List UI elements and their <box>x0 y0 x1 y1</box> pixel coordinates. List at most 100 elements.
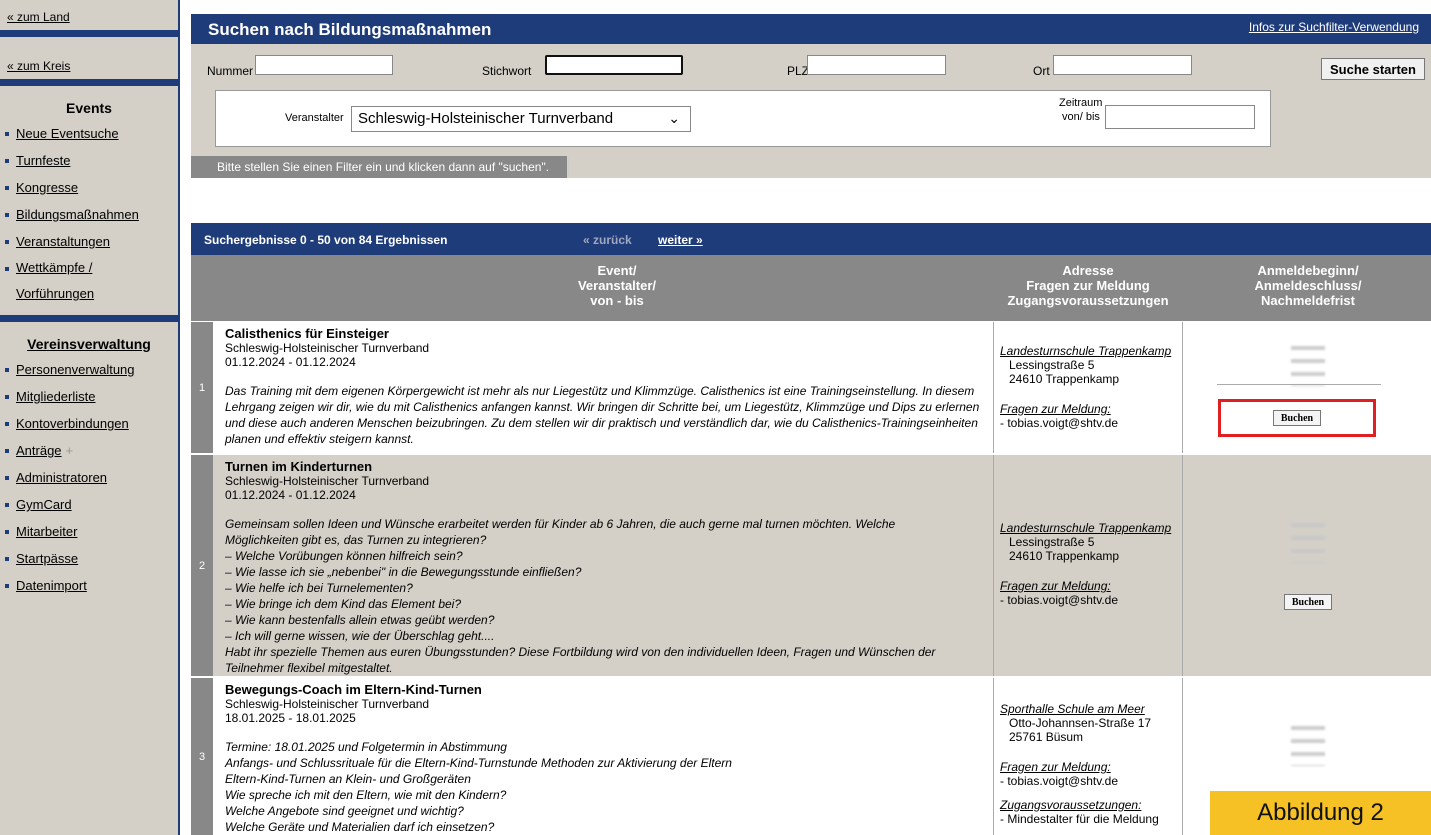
sidebar: « zum Land « zum Kreis Events Neue Event… <box>0 0 178 835</box>
sidebar-link[interactable]: Turnfeste <box>16 153 70 168</box>
figure-caption: Abbildung 2 <box>1210 791 1431 835</box>
sidebar-item-kontoverbindungen[interactable]: Kontoverbindungen <box>0 410 178 437</box>
description-line: Teilnehmer flexibel mitgestaltet. <box>225 661 393 675</box>
description-line: Gemeinsam sollen Ideen und Wünsche erarb… <box>225 517 896 531</box>
sidebar-item-kongresse[interactable]: Kongresse <box>0 174 178 201</box>
sidebar-divider <box>0 79 178 86</box>
sidebar-link[interactable]: Anträge <box>16 443 62 458</box>
next-page-link[interactable]: weiter » <box>658 233 703 247</box>
description-line: – Wie bringe ich dem Kind das Element be… <box>225 597 462 611</box>
prev-page-link: « zurück <box>583 233 632 247</box>
vereinsverwaltung-heading[interactable]: Vereinsverwaltung <box>0 336 178 352</box>
venue-street: Lessingstraße 5 <box>1009 358 1095 372</box>
vonbis-label: von/ bis <box>1062 111 1100 123</box>
veranstalter-select[interactable]: Schleswig-Holsteinischer Turnverband ⌄ <box>351 106 691 132</box>
book-button[interactable]: Buchen <box>1284 594 1332 610</box>
event-title: Turnen im Kinderturnen <box>225 459 373 474</box>
filter-box: Veranstalter Schleswig-Holsteinischer Tu… <box>215 90 1271 147</box>
search-button[interactable]: Suche starten <box>1321 58 1425 80</box>
event-cell: Bewegungs-Coach im Eltern-Kind-Turnen Sc… <box>215 678 991 835</box>
sidebar-item-veranstaltungen[interactable]: Veranstaltungen <box>0 228 178 255</box>
sidebar-link[interactable]: Personenverwaltung <box>16 362 135 377</box>
event-description: Das Training mit dem eigenen Körpergewic… <box>225 384 980 446</box>
sidebar-item-gymcard[interactable]: GymCard <box>0 491 178 518</box>
sidebar-link[interactable]: Wettkämpfe / <box>16 260 92 275</box>
stichwort-input[interactable] <box>545 55 683 75</box>
zeitraum-input[interactable] <box>1105 105 1255 129</box>
venue-city: 24610 Trappenkamp <box>1009 549 1120 563</box>
back-to-land-link[interactable]: « zum Land <box>0 0 178 30</box>
address-cell: Landesturnschule Trappenkamp Lessingstra… <box>993 455 1183 676</box>
description-line: Termine: 18.01.2025 und Folgetermin in A… <box>225 740 507 754</box>
sidebar-item-neue-eventsuche[interactable]: Neue Eventsuche <box>0 120 178 147</box>
chevron-down-icon: ⌄ <box>668 110 680 126</box>
sidebar-item-datenimport[interactable]: Datenimport <box>0 572 178 599</box>
blurred-dates <box>1185 678 1431 766</box>
sidebar-border <box>178 0 180 835</box>
sidebar-link[interactable]: Startpässe <box>16 551 78 566</box>
sidebar-link[interactable]: Neue Eventsuche <box>16 126 119 141</box>
stichwort-label: Stichwort <box>482 64 532 78</box>
nummer-input[interactable] <box>255 55 393 75</box>
page-title: Suchen nach Bildungsmaßnahmen <box>208 20 492 39</box>
blurred-dates <box>1185 322 1431 386</box>
events-menu: Neue Eventsuche Turnfeste Kongresse Bild… <box>0 120 178 307</box>
fragen-label: Fragen zur Meldung: <box>1000 402 1111 416</box>
dates-cell: Buchen <box>1185 455 1431 676</box>
contact-email: - tobias.voigt@shtv.de <box>1000 416 1119 430</box>
ort-input[interactable] <box>1053 55 1192 75</box>
blurred-dates <box>1185 455 1431 563</box>
venue-link[interactable]: Sporthalle Schule am Meer <box>1000 702 1176 716</box>
sidebar-item-antraege[interactable]: Anträge + <box>0 437 178 464</box>
plus-icon[interactable]: + <box>66 443 74 458</box>
description-line: – Welche Vorübungen können hilfreich sei… <box>225 549 463 563</box>
zugang-value: - Mindestalter für die Meldung <box>1000 812 1159 826</box>
highlight-box: Buchen <box>1218 399 1376 437</box>
hint-bar: Bitte stellen Sie einen Filter ein und k… <box>191 156 569 178</box>
redacted-block <box>1291 523 1325 563</box>
description-line: – Wie lasse ich sie „nebenbei" in die Be… <box>225 565 582 579</box>
venue-link[interactable]: Landesturnschule Trappenkamp <box>1000 521 1176 535</box>
sidebar-link[interactable]: Mitarbeiter <box>16 524 77 539</box>
description-line: – Ich will gerne wissen, wie der Übersch… <box>225 629 495 643</box>
event-dates: 01.12.2024 - 01.12.2024 <box>225 355 356 369</box>
event-organizer: Schleswig-Holsteinischer Turnverband <box>225 474 430 488</box>
plz-label: PLZ <box>787 64 810 78</box>
sidebar-item-personenverwaltung[interactable]: Personenverwaltung <box>0 356 178 383</box>
description-line: Welche Geräte und Materialien darf ich e… <box>225 820 495 834</box>
header-line: Event/ <box>597 263 637 278</box>
sidebar-link[interactable]: Datenimport <box>16 578 87 593</box>
sidebar-link[interactable]: Kontoverbindungen <box>16 416 129 431</box>
sidebar-link[interactable]: Vorführungen <box>16 286 94 301</box>
sidebar-item-administratoren[interactable]: Administratoren <box>0 464 178 491</box>
dates-cell: Buchen <box>1185 322 1431 453</box>
event-organizer: Schleswig-Holsteinischer Turnverband <box>225 697 430 711</box>
back-to-kreis-link[interactable]: « zum Kreis <box>0 59 178 79</box>
sidebar-link[interactable]: Administratoren <box>16 470 107 485</box>
event-title: Bewegungs-Coach im Eltern-Kind-Turnen <box>225 682 482 697</box>
contact-email: - tobias.voigt@shtv.de <box>1000 774 1119 788</box>
description-line: Habt ihr spezielle Themen aus euren Übun… <box>225 645 936 659</box>
event-cell: Calisthenics für Einsteiger Schleswig-Ho… <box>215 322 991 453</box>
fragen-label: Fragen zur Meldung: <box>1000 579 1111 593</box>
sidebar-link[interactable]: Mitgliederliste <box>16 389 95 404</box>
description-line: Möglichkeiten gibt es, das Turnen zu int… <box>225 533 487 547</box>
search-header: Suchen nach Bildungsmaßnahmen Infos zur … <box>191 14 1431 44</box>
sidebar-item-bildungsmassnahmen[interactable]: Bildungsmaßnahmen <box>0 201 178 228</box>
sidebar-item-turnfeste[interactable]: Turnfeste <box>0 147 178 174</box>
sidebar-link[interactable]: GymCard <box>16 497 72 512</box>
sidebar-link[interactable]: Kongresse <box>16 180 78 195</box>
plz-input[interactable] <box>807 55 946 75</box>
sidebar-item-mitgliederliste[interactable]: Mitgliederliste <box>0 383 178 410</box>
sidebar-link[interactable]: Veranstaltungen <box>16 234 110 249</box>
book-button[interactable]: Buchen <box>1273 410 1321 426</box>
venue-link[interactable]: Landesturnschule Trappenkamp <box>1000 344 1176 358</box>
sidebar-link[interactable]: Bildungsmaßnahmen <box>16 207 139 222</box>
sidebar-item-wettkaempfe[interactable]: Wettkämpfe / Vorführungen <box>0 255 178 307</box>
sidebar-item-startpaesse[interactable]: Startpässe <box>0 545 178 572</box>
sidebar-item-mitarbeiter[interactable]: Mitarbeiter <box>0 518 178 545</box>
description-line: Wie spreche ich mit den Eltern, wie mit … <box>225 788 507 802</box>
event-dates: 18.01.2025 - 18.01.2025 <box>225 711 356 725</box>
column-header-dates: Anmeldebeginn/ Anmeldeschluss/ Nachmelde… <box>1185 263 1431 308</box>
filter-info-link[interactable]: Infos zur Suchfilter-Verwendung <box>1249 20 1419 34</box>
